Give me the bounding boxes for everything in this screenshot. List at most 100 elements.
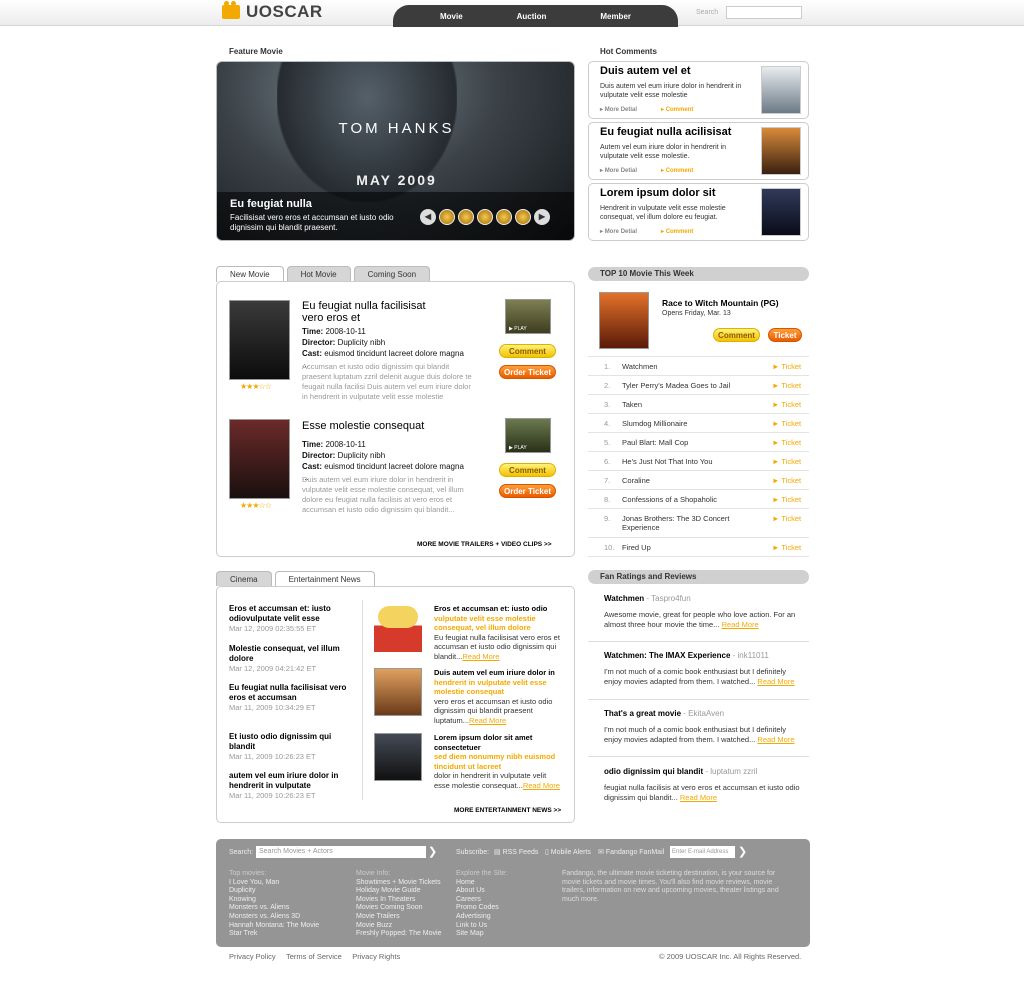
footer-link[interactable]: Monsters vs. Aliens 3D: [229, 913, 319, 922]
top10-row[interactable]: 2. Tyler Perry's Madea Goes to Jail ► Tick…: [588, 376, 809, 395]
read-more-link[interactable]: Read More: [757, 677, 794, 686]
more-trailers-link[interactable]: MORE MOVIE TRAILERS + VIDEO CLIPS >>: [417, 541, 552, 548]
footer-link[interactable]: Holiday Movie Guide: [356, 887, 441, 896]
read-more-link[interactable]: Read More: [680, 793, 717, 802]
privacy-policy-link[interactable]: Privacy Policy: [229, 952, 276, 961]
feature-thumb[interactable]: [458, 209, 474, 225]
comment-button[interactable]: Comment: [713, 328, 760, 342]
more-detail-link[interactable]: ▸ More Detial: [600, 106, 637, 113]
news-photo[interactable]: [374, 668, 422, 716]
read-more-link[interactable]: Read More: [722, 620, 759, 629]
footer-link[interactable]: Movies Coming Soon: [356, 904, 441, 913]
tab-cinema[interactable]: Cinema: [216, 571, 272, 586]
footer-link[interactable]: About Us: [456, 887, 507, 896]
ticket-link[interactable]: ► Ticket: [772, 362, 801, 371]
ticket-link[interactable]: ► Ticket: [772, 457, 801, 466]
footer-link[interactable]: Knowing: [229, 896, 319, 905]
footer-link[interactable]: Showtimes + Movie Tickets: [356, 879, 441, 888]
read-more-link[interactable]: Read More: [757, 735, 794, 744]
top10-row[interactable]: 1. Watchmen ► Ticket: [588, 357, 809, 376]
logo[interactable]: UOSCAR: [222, 1, 323, 21]
movie-title[interactable]: Eu feugiat nulla facilisisat vero eros e…: [302, 300, 447, 324]
footer-link[interactable]: Advertising: [456, 913, 507, 922]
top10-row[interactable]: 5. Paul Blart: Mall Cop ► Ticket: [588, 433, 809, 452]
hot-comment-title[interactable]: Duis autem vel et: [600, 65, 690, 77]
comment-link[interactable]: ▸ Comment: [661, 167, 693, 174]
more-news-link[interactable]: MORE ENTERTAINMENT NEWS >>: [454, 807, 561, 814]
go-arrow-icon[interactable]: ❯: [428, 845, 437, 858]
email-input[interactable]: Enter E-mail Address: [670, 846, 735, 858]
news-item[interactable]: Eros et accumsan et: iusto odiovulputate…: [229, 604, 354, 634]
footer-link[interactable]: Star Trek: [229, 930, 319, 939]
feature-banner[interactable]: TOM HANKS MAY 2009 Eu feugiat nulla Faci…: [216, 61, 575, 241]
footer-link[interactable]: Hannah Montana: The Movie: [229, 922, 319, 931]
read-more-link[interactable]: Read More: [462, 652, 499, 661]
top10-row[interactable]: 9. Jonas Brothers: The 3D Concert Experie…: [588, 509, 809, 538]
ticket-link[interactable]: ► Ticket: [772, 419, 801, 428]
poster-thumbnail[interactable]: [761, 188, 801, 236]
poster-thumbnail[interactable]: [761, 66, 801, 114]
search-input[interactable]: [726, 6, 802, 19]
news-item[interactable]: Eu feugiat nulla facilisisat vero eros e…: [229, 683, 354, 713]
footer-link[interactable]: Monsters vs. Aliens: [229, 904, 319, 913]
tab-new-movie[interactable]: New Movie: [216, 266, 284, 282]
video-thumbnail[interactable]: ▶ PLAY: [505, 299, 551, 334]
ticket-link[interactable]: ► Ticket: [772, 438, 801, 447]
privacy-rights-link[interactable]: Privacy Rights: [352, 952, 400, 961]
nav-member[interactable]: Member: [600, 12, 631, 21]
top10-row[interactable]: 10. Fired Up ► Ticket: [588, 538, 809, 557]
footer-link[interactable]: Link to Us: [456, 922, 507, 931]
movie-poster[interactable]: [229, 300, 290, 380]
feature-thumb[interactable]: [439, 209, 455, 225]
top10-row[interactable]: 4. Slumdog Millionaire ► Ticket: [588, 414, 809, 433]
ticket-link[interactable]: ► Ticket: [772, 495, 801, 504]
ticket-link[interactable]: ► Ticket: [772, 400, 801, 409]
feature-thumb[interactable]: [477, 209, 493, 225]
ticket-link[interactable]: ► Ticket: [772, 543, 801, 552]
comment-button[interactable]: Comment: [499, 344, 556, 358]
nav-movie[interactable]: Movie: [440, 12, 463, 21]
news-item[interactable]: autem vel eum iriure dolor in hendrerit …: [229, 771, 354, 801]
hot-comment-title[interactable]: Lorem ipsum dolor sit: [600, 187, 716, 199]
rss-link[interactable]: ▤ RSS Feeds: [494, 849, 538, 858]
read-more-link[interactable]: Read More: [469, 716, 506, 725]
ticket-link[interactable]: ► Ticket: [772, 476, 801, 485]
poster-thumbnail[interactable]: [761, 127, 801, 175]
footer-link[interactable]: I Love You, Man: [229, 879, 319, 888]
movie-poster[interactable]: [229, 419, 290, 499]
hot-comment-title[interactable]: Eu feugiat nulla acilisisat: [600, 126, 731, 138]
more-detail-link[interactable]: ▸ More Detial: [600, 167, 637, 174]
ticket-link[interactable]: ► Ticket: [772, 514, 801, 523]
go-arrow-icon[interactable]: ❯: [738, 845, 747, 858]
tab-entertainment-news[interactable]: Entertainment News: [274, 571, 375, 587]
tab-coming-soon[interactable]: Coming Soon: [353, 266, 431, 281]
prev-arrow-icon[interactable]: ◀: [420, 209, 436, 225]
movie-title[interactable]: Esse molestie consequat: [302, 420, 472, 432]
read-more-link[interactable]: Read More: [523, 781, 560, 790]
footer-link[interactable]: Movie Trailers: [356, 913, 441, 922]
top10-featured-poster[interactable]: [599, 292, 649, 349]
footer-link[interactable]: Movies In Theaters: [356, 896, 441, 905]
top10-row[interactable]: 6. He's Just Not That Into You ► Ticket: [588, 452, 809, 471]
order-ticket-button[interactable]: Order Ticket: [499, 484, 556, 498]
fanmail-link[interactable]: ✉ Fandango FanMail: [598, 849, 664, 858]
tab-hot-movie[interactable]: Hot Movie: [286, 266, 351, 281]
feature-thumb[interactable]: [515, 209, 531, 225]
footer-link[interactable]: Site Map: [456, 930, 507, 939]
nav-auction[interactable]: Auction: [517, 12, 547, 21]
top10-row[interactable]: 7. Coraline ► Ticket: [588, 471, 809, 490]
popcorn-icon[interactable]: [374, 604, 422, 652]
order-ticket-button[interactable]: Order Ticket: [499, 365, 556, 379]
feature-thumb[interactable]: [496, 209, 512, 225]
news-item[interactable]: Et iusto odio dignissim qui blandit Mar 1…: [229, 732, 354, 762]
news-photo[interactable]: [374, 733, 422, 781]
footer-link[interactable]: Promo Codes: [456, 904, 507, 913]
mobile-alerts-link[interactable]: ▯ Mobile Alerts: [545, 849, 591, 858]
footer-link[interactable]: Freshly Popped: The Movie: [356, 930, 441, 939]
top10-row[interactable]: 8. Confessions of a Shopaholic ► Ticket: [588, 490, 809, 509]
ticket-link[interactable]: ► Ticket: [772, 381, 801, 390]
top10-row[interactable]: 3. Taken ► Ticket: [588, 395, 809, 414]
footer-link[interactable]: Duplicity: [229, 887, 319, 896]
top10-featured-title[interactable]: Race to Witch Mountain (PG): [662, 298, 779, 308]
more-detail-link[interactable]: ▸ More Detial: [600, 228, 637, 235]
